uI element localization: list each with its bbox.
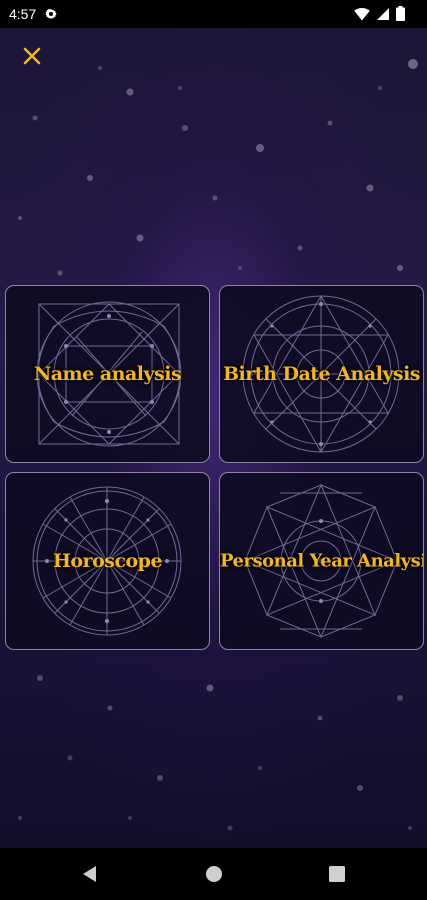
wifi-icon	[354, 6, 370, 25]
home-button[interactable]	[205, 865, 223, 887]
back-triangle-icon	[81, 866, 99, 887]
signal-icon	[376, 6, 390, 25]
recents-button[interactable]	[328, 865, 346, 887]
card-horoscope[interactable]: Horoscope	[5, 472, 210, 650]
status-bar: 4:57	[0, 0, 427, 28]
battery-icon	[396, 6, 405, 25]
card-label: Name analysis	[33, 363, 182, 385]
card-personal-year-analysis[interactable]: Personal Year Analysis	[219, 472, 424, 650]
main-screen: Name analysis Birth Date Analysis Horosc…	[0, 28, 427, 848]
home-circle-icon	[205, 866, 223, 887]
card-name-analysis[interactable]: Name analysis	[5, 285, 210, 463]
close-button[interactable]	[18, 44, 46, 72]
card-birth-date-analysis[interactable]: Birth Date Analysis	[219, 285, 424, 463]
card-label: Personal Year Analysis	[220, 550, 424, 572]
status-time: 4:57	[9, 6, 37, 22]
card-label: Horoscope	[52, 550, 163, 572]
back-button[interactable]	[81, 865, 99, 887]
recents-square-icon	[328, 866, 346, 887]
settings-gear-icon	[44, 7, 58, 21]
close-icon	[23, 47, 41, 69]
navigation-bar	[0, 848, 427, 900]
card-label: Birth Date Analysis	[223, 363, 421, 385]
